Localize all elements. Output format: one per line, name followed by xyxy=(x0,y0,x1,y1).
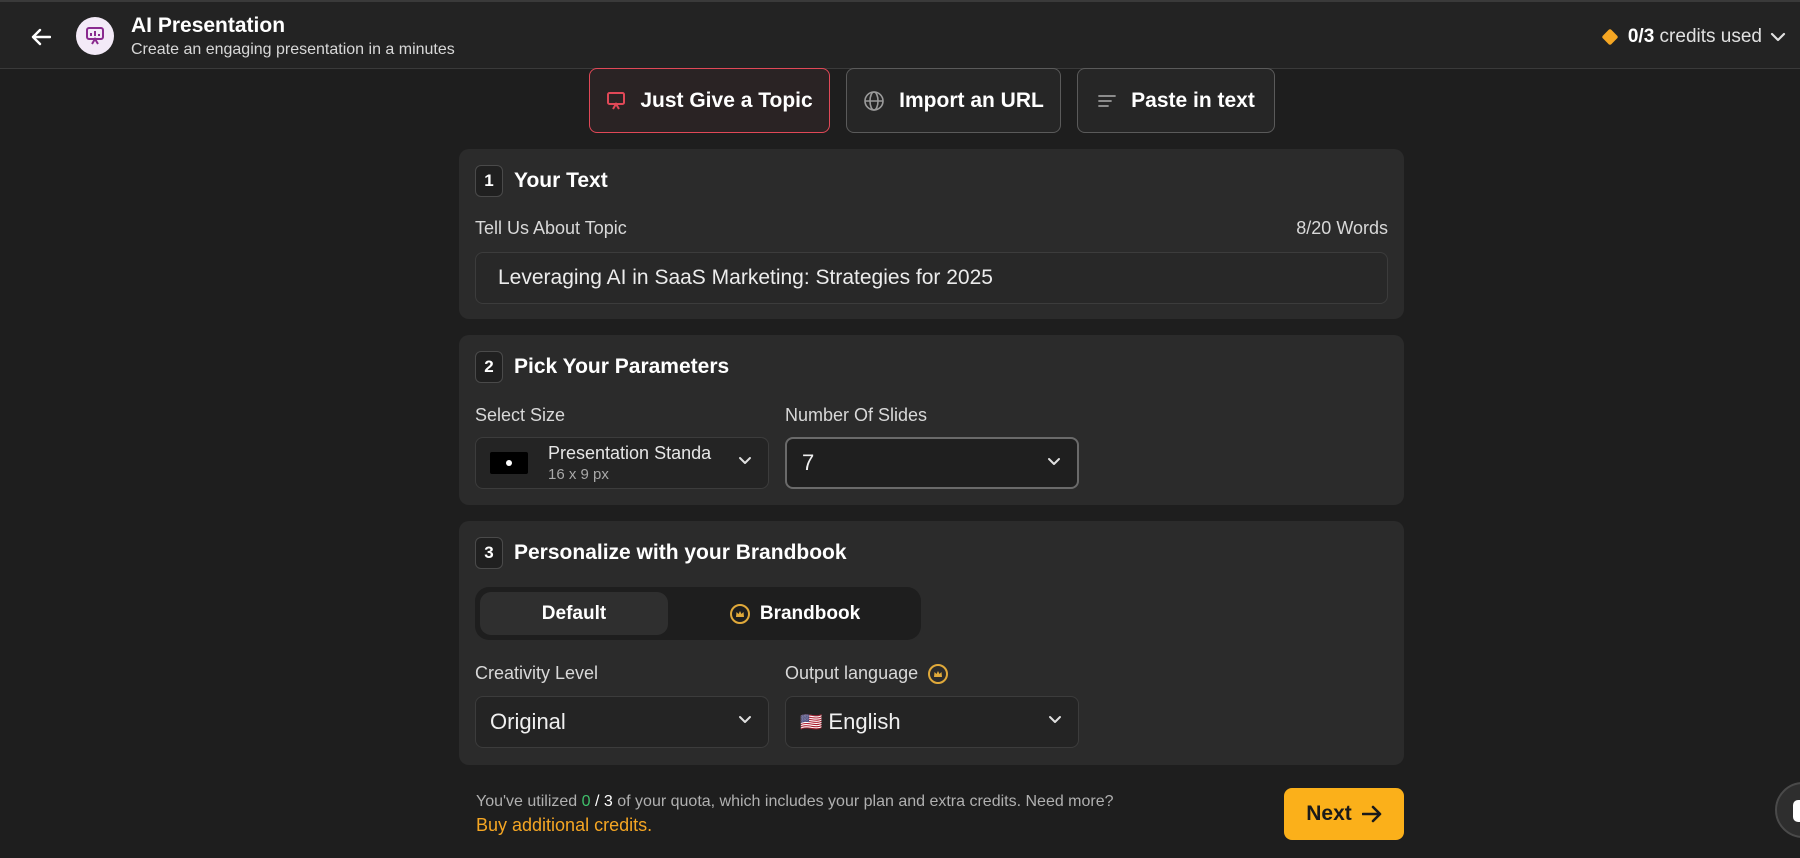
quota-total: 3 xyxy=(603,793,613,810)
size-thumbnail xyxy=(490,452,528,474)
language-label-group: Output language xyxy=(785,663,949,684)
language-value: English xyxy=(828,709,901,734)
chevron-down-icon xyxy=(1770,32,1786,42)
top-bar: AI Presentation Create an engaging prese… xyxy=(0,0,1800,69)
slides-value: 7 xyxy=(802,450,815,475)
word-count: 8/20 Words xyxy=(1296,218,1388,238)
tab-label: Just Give a Topic xyxy=(640,88,813,112)
step-title: Personalize with your Brandbook xyxy=(514,541,847,564)
quota-suffix: of your quota, which includes your plan … xyxy=(612,793,1114,810)
chevron-down-icon xyxy=(739,457,751,464)
size-name: Presentation Standa xyxy=(548,443,712,463)
creativity-label: Creativity Level xyxy=(475,663,599,683)
crown-icon xyxy=(928,663,949,684)
chat-widget-button[interactable] xyxy=(1775,782,1800,838)
brandbook-toggle: Default Brandbook xyxy=(475,587,921,640)
topic-label: Tell Us About Topic xyxy=(475,218,627,238)
size-dims: 16 x 9 px xyxy=(548,466,609,483)
app-title: AI Presentation xyxy=(131,14,286,37)
toggle-label: Default xyxy=(541,602,607,624)
back-button[interactable] xyxy=(26,22,56,52)
presentation-icon xyxy=(607,91,626,110)
credits-count: 0/3 xyxy=(1627,26,1655,47)
creativity-value: Original xyxy=(490,709,566,734)
step-number: 3 xyxy=(475,537,503,569)
step-title: Pick Your Parameters xyxy=(514,355,730,378)
tab-import-an-url[interactable]: Import an URL xyxy=(846,68,1061,133)
chevron-down-icon xyxy=(739,716,751,723)
us-flag-icon: 🇺🇸 xyxy=(800,711,823,732)
chat-icon xyxy=(1793,800,1800,822)
language-label: Output language xyxy=(785,663,919,683)
slides-select[interactable]: 7 xyxy=(785,437,1079,489)
presentation-board-icon xyxy=(86,27,104,45)
slide-preview-icon xyxy=(506,460,512,466)
chevron-down-icon xyxy=(1049,716,1061,723)
slides-label: Number Of Slides xyxy=(785,405,928,425)
card-pick-parameters: 2 Pick Your Parameters Select Size Numbe… xyxy=(459,335,1404,505)
credits-text: 0/3 credits used xyxy=(1628,26,1762,48)
app-subtitle: Create an engaging presentation in a min… xyxy=(131,41,455,58)
topic-input[interactable] xyxy=(475,252,1388,304)
chevron-down-icon xyxy=(1048,458,1060,465)
tab-label: Import an URL xyxy=(899,88,1044,112)
credits-dropdown[interactable]: 0/3 credits used xyxy=(1601,24,1786,50)
size-select[interactable]: Presentation Standa 16 x 9 px xyxy=(475,437,769,489)
size-label: Select Size xyxy=(475,405,566,425)
step-title: Your Text xyxy=(514,169,608,192)
quota-prefix: You've utilized xyxy=(476,793,582,810)
toggle-label: Brandbook xyxy=(759,602,861,624)
crown-icon xyxy=(729,603,750,624)
tab-paste-in-text[interactable]: Paste in text xyxy=(1077,68,1275,133)
step-number: 1 xyxy=(475,165,503,197)
next-label: Next xyxy=(1306,802,1352,825)
credits-label: credits used xyxy=(1659,26,1762,47)
arrow-left-icon xyxy=(31,28,51,46)
step-number: 2 xyxy=(475,351,503,383)
quota-used: 0 xyxy=(581,793,591,810)
quota-text: You've utilized 0 / 3 of your quota, whi… xyxy=(476,793,1114,811)
toggle-brandbook[interactable]: Brandbook xyxy=(675,592,915,635)
buy-credits-link[interactable]: Buy additional credits. xyxy=(476,815,652,836)
next-button[interactable]: Next xyxy=(1284,788,1404,840)
quota-sep: / xyxy=(590,793,604,810)
card-your-text: 1 Your Text Tell Us About Topic 8/20 Wor… xyxy=(459,149,1404,319)
language-select[interactable]: 🇺🇸 English xyxy=(785,696,1079,748)
app-logo xyxy=(76,17,114,55)
globe-icon xyxy=(864,90,884,111)
diamond-icon xyxy=(1601,28,1619,46)
text-lines-icon xyxy=(1098,94,1117,107)
card-personalize-brandbook: 3 Personalize with your Brandbook Defaul… xyxy=(459,521,1404,765)
creativity-select[interactable]: Original xyxy=(475,696,769,748)
tab-label: Paste in text xyxy=(1131,88,1255,112)
arrow-right-icon xyxy=(1361,805,1382,823)
toggle-default[interactable]: Default xyxy=(480,592,668,635)
tab-just-give-a-topic[interactable]: Just Give a Topic xyxy=(589,68,830,133)
